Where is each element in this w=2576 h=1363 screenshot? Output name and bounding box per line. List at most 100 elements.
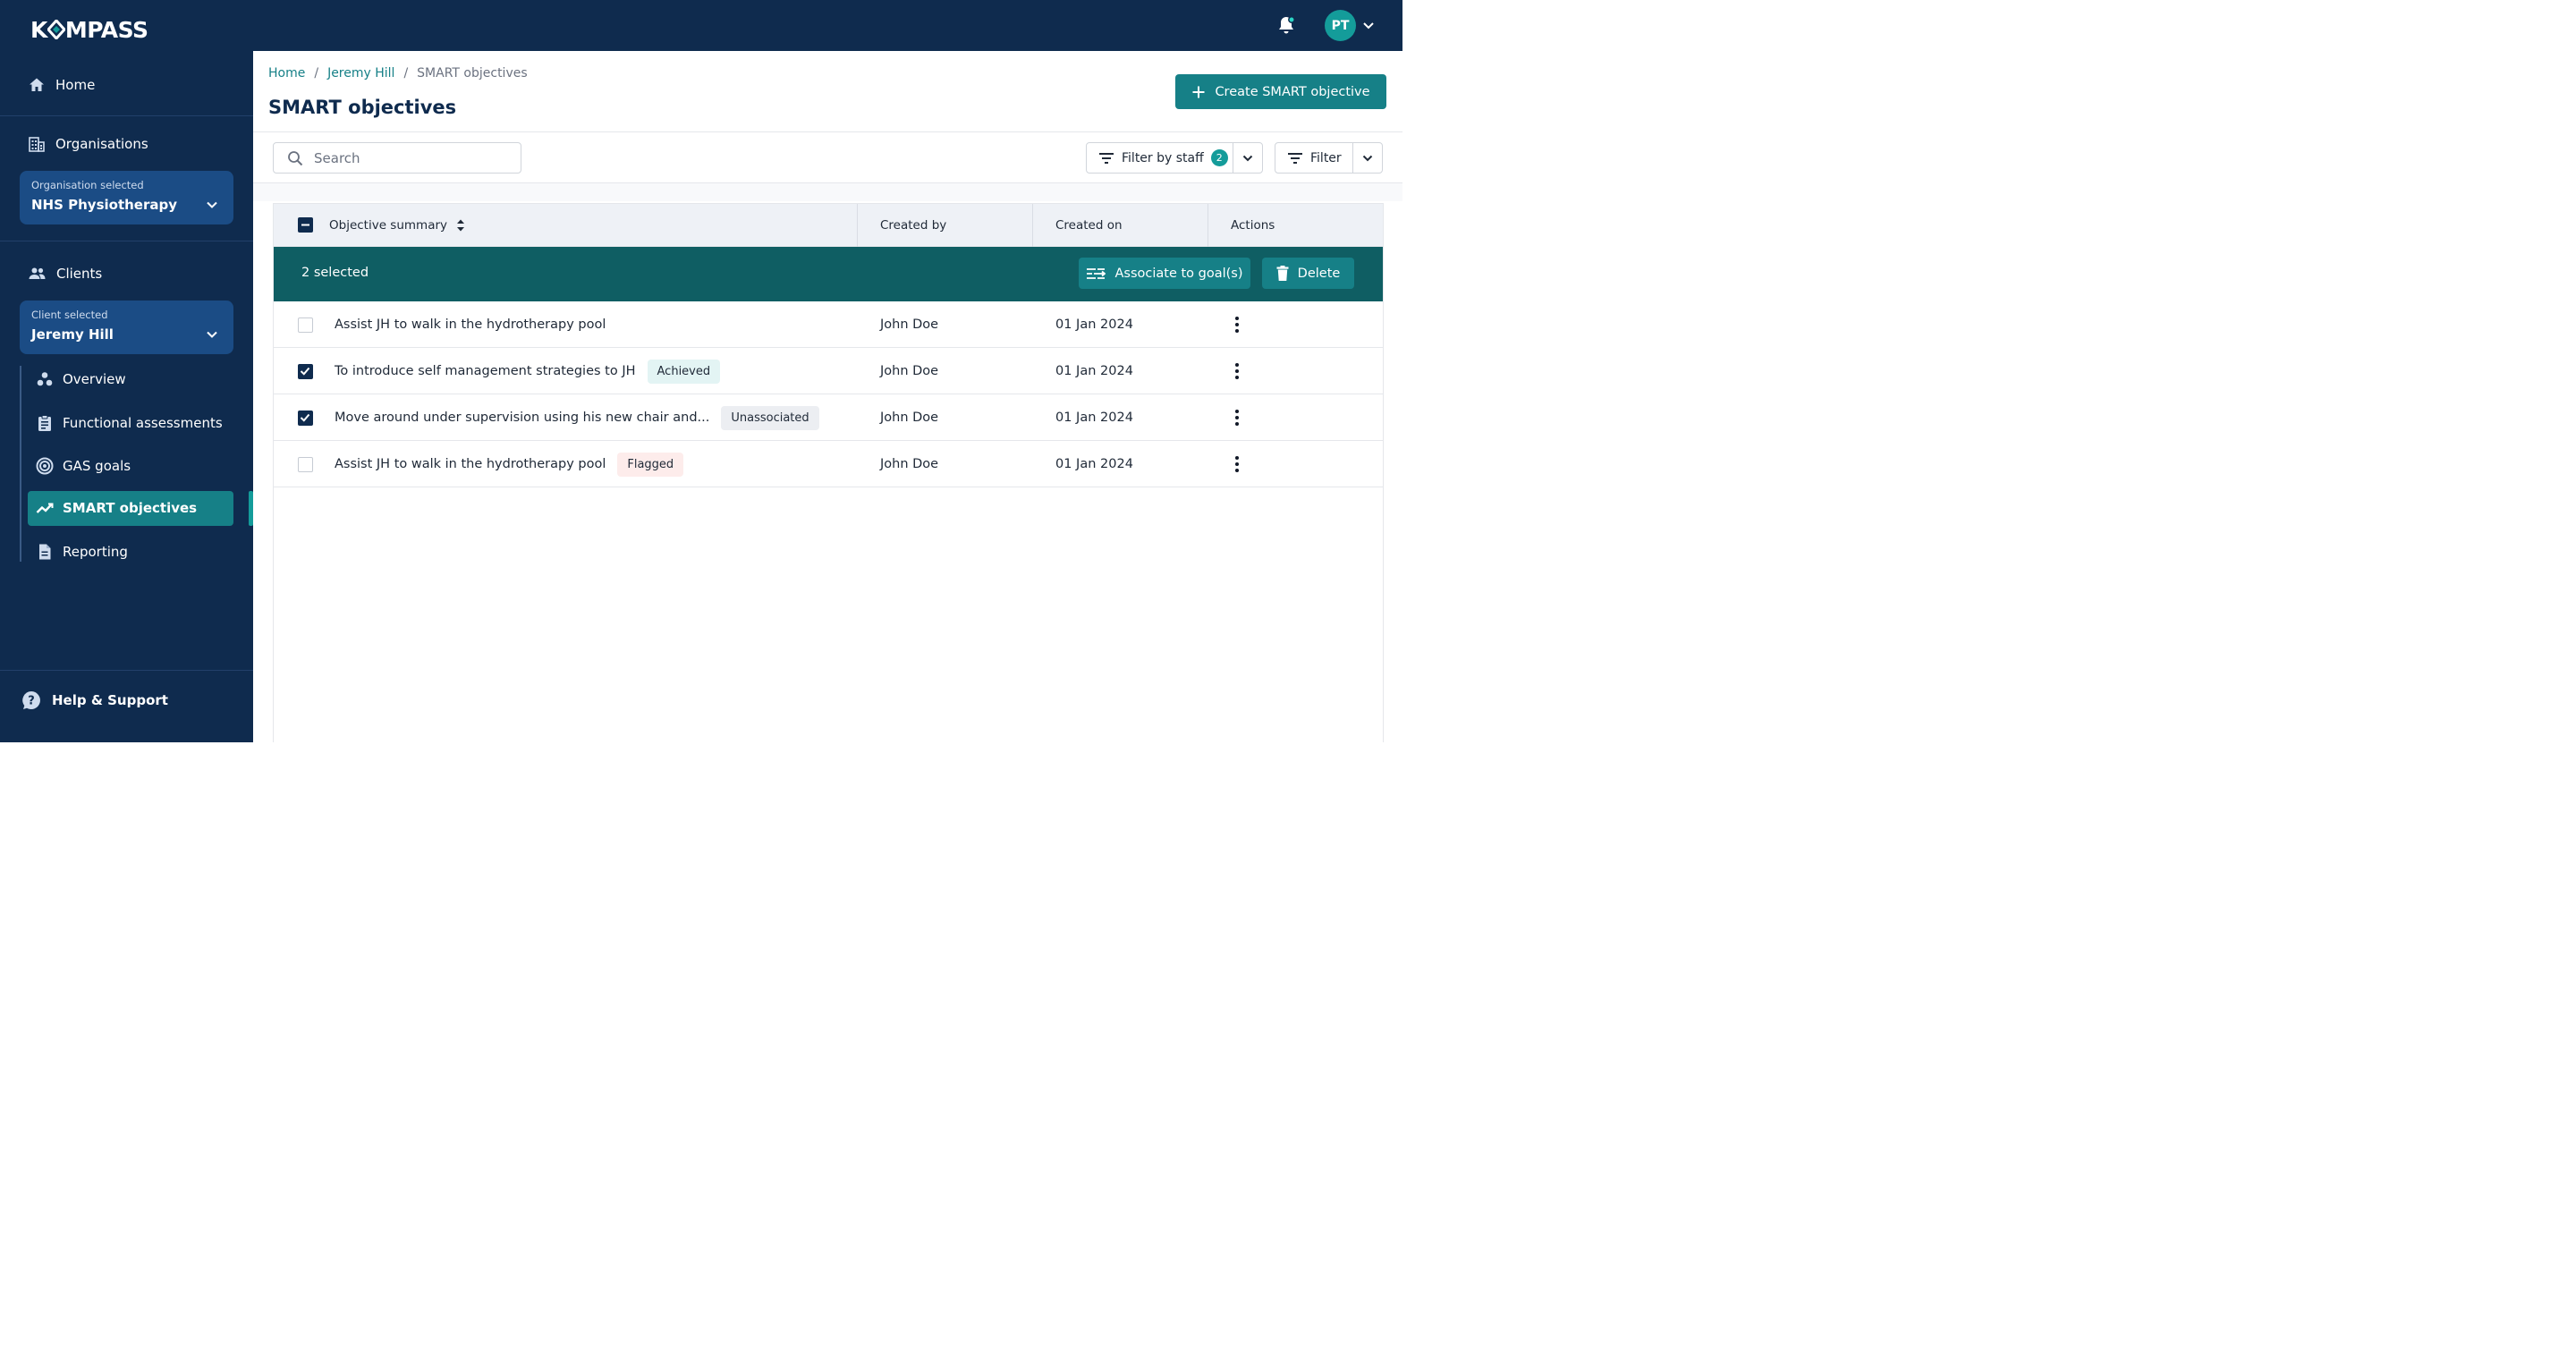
created-by-cell: John Doe: [880, 364, 939, 378]
sidebar-item-reporting[interactable]: Reporting: [36, 543, 128, 561]
table-row[interactable]: To introduce self management strategies …: [274, 348, 1383, 394]
breadcrumb-separator: /: [314, 66, 319, 80]
sidebar-item-label: Clients: [56, 266, 103, 282]
created-on-cell: 01 Jan 2024: [1055, 364, 1133, 378]
breadcrumb-link-client[interactable]: Jeremy Hill: [327, 66, 394, 80]
sidebar-item-label: Reporting: [63, 544, 128, 560]
row-checkbox[interactable]: [298, 457, 313, 472]
row-actions-kebab-icon[interactable]: [1233, 455, 1241, 473]
sidebar-item-label: Organisations: [55, 136, 148, 152]
logo-mark-icon: [47, 20, 65, 39]
row-actions-kebab-icon[interactable]: [1233, 316, 1241, 334]
filter-dropdown[interactable]: [1353, 143, 1382, 173]
status-badge: Achieved: [647, 359, 721, 384]
bulk-selection-bar: 2 selected Associate to goal(s) Delete: [274, 247, 1383, 301]
building-icon: [29, 137, 45, 152]
row-checkbox[interactable]: [298, 364, 313, 379]
filter-by-staff-button[interactable]: Filter by staff 2: [1086, 142, 1263, 174]
table-row[interactable]: Assist JH to walk in the hydrotherapy po…: [274, 301, 1383, 348]
associate-to-goals-button[interactable]: Associate to goal(s): [1079, 258, 1250, 289]
top-bar: K MPASS PT: [0, 0, 1402, 51]
table-row[interactable]: Move around under supervision using his …: [274, 394, 1383, 441]
row-actions-kebab-icon[interactable]: [1233, 409, 1241, 427]
column-header-actions: Actions: [1231, 204, 1275, 247]
objective-summary-text: To introduce self management strategies …: [335, 364, 636, 378]
sidebar-item-functional-assessments[interactable]: Functional assessments: [36, 414, 223, 432]
row-actions-kebab-icon[interactable]: [1233, 362, 1241, 380]
column-label: Objective summary: [329, 218, 448, 233]
divider: [0, 670, 253, 671]
objective-summary-text: Move around under supervision using his …: [335, 411, 710, 425]
organisation-selector[interactable]: Organisation selected NHS Physiotherapy: [20, 171, 233, 224]
checkmark-icon: [300, 413, 310, 422]
divider: [0, 115, 253, 116]
objective-summary-text: Assist JH to walk in the hydrotherapy po…: [335, 317, 606, 332]
filter-main[interactable]: Filter: [1275, 143, 1353, 173]
divider: [253, 131, 1402, 132]
created-by-cell: John Doe: [880, 411, 939, 425]
help-icon: ?: [22, 691, 40, 709]
sidebar-item-label: GAS goals: [63, 458, 131, 474]
people-icon: [29, 267, 46, 279]
sidebar-item-home[interactable]: Home: [29, 77, 95, 93]
table-row[interactable]: Assist JH to walk in the hydrotherapy po…: [274, 441, 1383, 487]
column-label: Created by: [880, 218, 947, 233]
indeterminate-icon: [301, 224, 309, 226]
user-avatar[interactable]: PT: [1325, 10, 1356, 41]
main-content: Home / Jeremy Hill / SMART objectives SM…: [253, 51, 1402, 742]
row-checkbox[interactable]: [298, 317, 313, 333]
filter-button[interactable]: Filter: [1275, 142, 1383, 174]
table-header: Objective summary Created by Created on …: [274, 204, 1383, 247]
search-icon: [288, 150, 303, 165]
sidebar-item-label: Overview: [63, 371, 126, 387]
create-smart-objective-button[interactable]: Create SMART objective: [1175, 74, 1386, 109]
sidebar-item-label: Help & Support: [52, 692, 168, 708]
client-selector[interactable]: Client selected Jeremy Hill: [20, 301, 233, 354]
sidebar-item-smart-objectives[interactable]: SMART objectives: [36, 500, 197, 516]
filter-by-staff-label: Filter by staff: [1122, 150, 1204, 165]
objective-summary-cell: Assist JH to walk in the hydrotherapy po…: [335, 441, 684, 487]
column-label: Actions: [1231, 218, 1275, 233]
sidebar-item-organisations[interactable]: Organisations: [29, 136, 148, 152]
filter-by-staff-dropdown[interactable]: [1233, 143, 1262, 173]
breadcrumb-link-home[interactable]: Home: [268, 66, 305, 80]
search-placeholder: Search: [314, 149, 360, 166]
sidebar-item-label: SMART objectives: [63, 500, 198, 516]
associate-button-label: Associate to goal(s): [1114, 266, 1243, 281]
column-header-objective-summary[interactable]: Objective summary: [329, 204, 465, 247]
sidebar-item-label: Home: [55, 77, 96, 93]
objectives-table: Objective summary Created by Created on …: [273, 203, 1384, 742]
selector-value: NHS Physiotherapy: [31, 197, 178, 213]
user-menu-chevron-down-icon[interactable]: [1361, 18, 1376, 32]
select-all-checkbox[interactable]: [298, 217, 313, 233]
column-divider: [857, 204, 858, 247]
column-label: Created on: [1055, 218, 1123, 233]
search-input[interactable]: Search: [273, 142, 521, 174]
row-checkbox[interactable]: [298, 411, 313, 426]
notifications-bell-icon[interactable]: [1275, 14, 1297, 36]
trend-icon: [36, 503, 54, 513]
home-icon: [30, 78, 44, 91]
sidebar-item-help-support[interactable]: ? Help & Support: [21, 690, 168, 710]
checkmark-icon: [300, 367, 310, 376]
sidebar-item-overview[interactable]: Overview: [36, 371, 126, 387]
delete-button[interactable]: Delete: [1262, 258, 1354, 289]
chevron-down-icon: [207, 331, 217, 338]
sidebar-item-clients[interactable]: Clients: [29, 266, 102, 282]
page-title: SMART objectives: [268, 97, 457, 118]
filter-by-staff-main[interactable]: Filter by staff 2: [1087, 143, 1233, 173]
create-button-label: Create SMART objective: [1215, 84, 1370, 99]
objective-summary-cell: To introduce self management strategies …: [335, 348, 721, 394]
filter-lines-icon: [1288, 152, 1302, 164]
filter-label: Filter: [1310, 150, 1342, 165]
sidebar-item-gas-goals[interactable]: GAS goals: [36, 457, 131, 475]
kompass-logo[interactable]: K MPASS: [30, 17, 148, 43]
objective-summary-cell: Move around under supervision using his …: [335, 394, 819, 441]
sort-icon: [457, 219, 465, 232]
document-icon: [39, 544, 51, 560]
selected-count: 2 selected: [301, 266, 369, 280]
selector-caption: Client selected: [31, 309, 108, 321]
associate-icon: [1087, 267, 1106, 279]
logo-text-left: K: [30, 17, 47, 43]
objective-summary-text: Assist JH to walk in the hydrotherapy po…: [335, 457, 606, 471]
